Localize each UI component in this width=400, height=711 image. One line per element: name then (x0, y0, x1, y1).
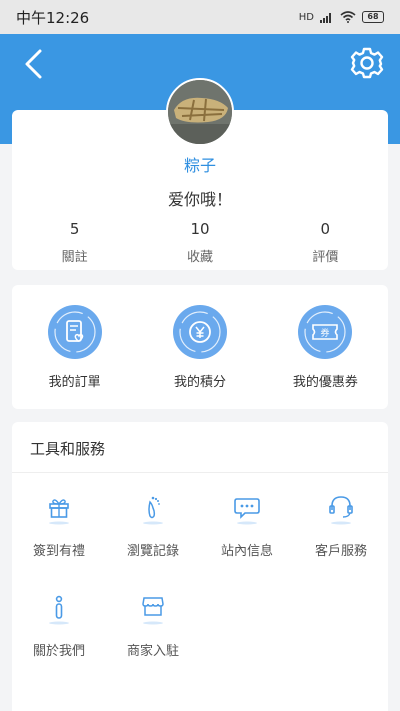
services-grid: 簽到有禮 瀏覽記錄 站內信息 客戶服務 關於我們 商家入駐 (12, 492, 388, 692)
services-card: 工具和服務 簽到有禮 瀏覽記錄 站內信息 客戶服務 關於我們 商家入駐 (12, 422, 388, 711)
stat-value: 0 (320, 220, 331, 238)
my-orders-button[interactable]: 我的訂單 (12, 285, 137, 409)
info-icon (43, 592, 75, 626)
customer-service-button[interactable]: 客戶服務 (294, 492, 388, 592)
avatar-image (168, 80, 232, 144)
stat-value: 5 (69, 220, 80, 238)
gift-icon (43, 492, 75, 526)
status-bar: 中午12:26 HD 68 (0, 0, 400, 34)
services-title: 工具和服務 (30, 440, 106, 458)
about-us-label: 關於我們 (32, 644, 85, 659)
my-points-button[interactable]: 我的積分 (137, 285, 262, 409)
profile-stats: 5 關註 10 收藏 0 評價 (12, 220, 388, 265)
customer-service-label: 客戶服務 (314, 544, 367, 559)
signal-icon (320, 12, 331, 23)
user-motto: 爱你哦！ (167, 190, 232, 209)
user-name[interactable]: 粽子 (12, 152, 388, 176)
stat-value: 10 (190, 220, 210, 238)
network-label: HD (298, 11, 314, 23)
divider (12, 472, 388, 473)
site-messages-label: 站內信息 (220, 544, 273, 559)
merchant-join-button[interactable]: 商家入駐 (106, 592, 200, 692)
battery-icon: 68 (362, 11, 384, 23)
headset-icon (325, 492, 357, 526)
stat-reviews[interactable]: 0 評價 (263, 220, 388, 265)
status-icons: HD 68 (299, 11, 384, 23)
about-us-button[interactable]: 關於我們 (12, 592, 106, 692)
chevron-left-icon (25, 49, 42, 79)
my-coupons-label: 我的優惠券 (292, 375, 358, 390)
status-time: 中午12:26 (16, 8, 90, 27)
message-icon (231, 492, 263, 526)
my-coupons-button[interactable]: 券 我的優惠券 (263, 285, 388, 409)
my-orders-label: 我的訂單 (48, 375, 101, 390)
avatar[interactable] (166, 78, 234, 146)
coupon-icon-text: 券 (321, 327, 330, 339)
back-button[interactable] (20, 48, 48, 80)
stat-follow[interactable]: 5 關註 (12, 220, 137, 265)
checkin-gift-label: 簽到有禮 (32, 544, 85, 559)
stat-label: 收藏 (186, 250, 213, 265)
footprint-icon (137, 492, 169, 526)
checkin-gift-button[interactable]: 簽到有禮 (12, 492, 106, 592)
store-icon (137, 592, 169, 626)
stat-favorites[interactable]: 10 收藏 (137, 220, 262, 265)
gear-icon (350, 47, 384, 79)
order-icon (47, 305, 102, 359)
points-icon (172, 305, 227, 359)
coupon-icon: 券 (298, 305, 353, 359)
stat-label: 關註 (61, 250, 88, 265)
merchant-join-label: 商家入駐 (126, 644, 179, 659)
settings-button[interactable] (350, 46, 384, 80)
browsing-history-label: 瀏覽記錄 (126, 544, 179, 559)
my-points-label: 我的積分 (173, 375, 226, 390)
quick-links-card: 我的訂單 我的積分 券 我的優惠券 (12, 285, 388, 409)
stat-label: 評價 (312, 250, 339, 265)
site-messages-button[interactable]: 站內信息 (200, 492, 294, 592)
browsing-history-button[interactable]: 瀏覽記錄 (106, 492, 200, 592)
wifi-icon (340, 11, 356, 23)
